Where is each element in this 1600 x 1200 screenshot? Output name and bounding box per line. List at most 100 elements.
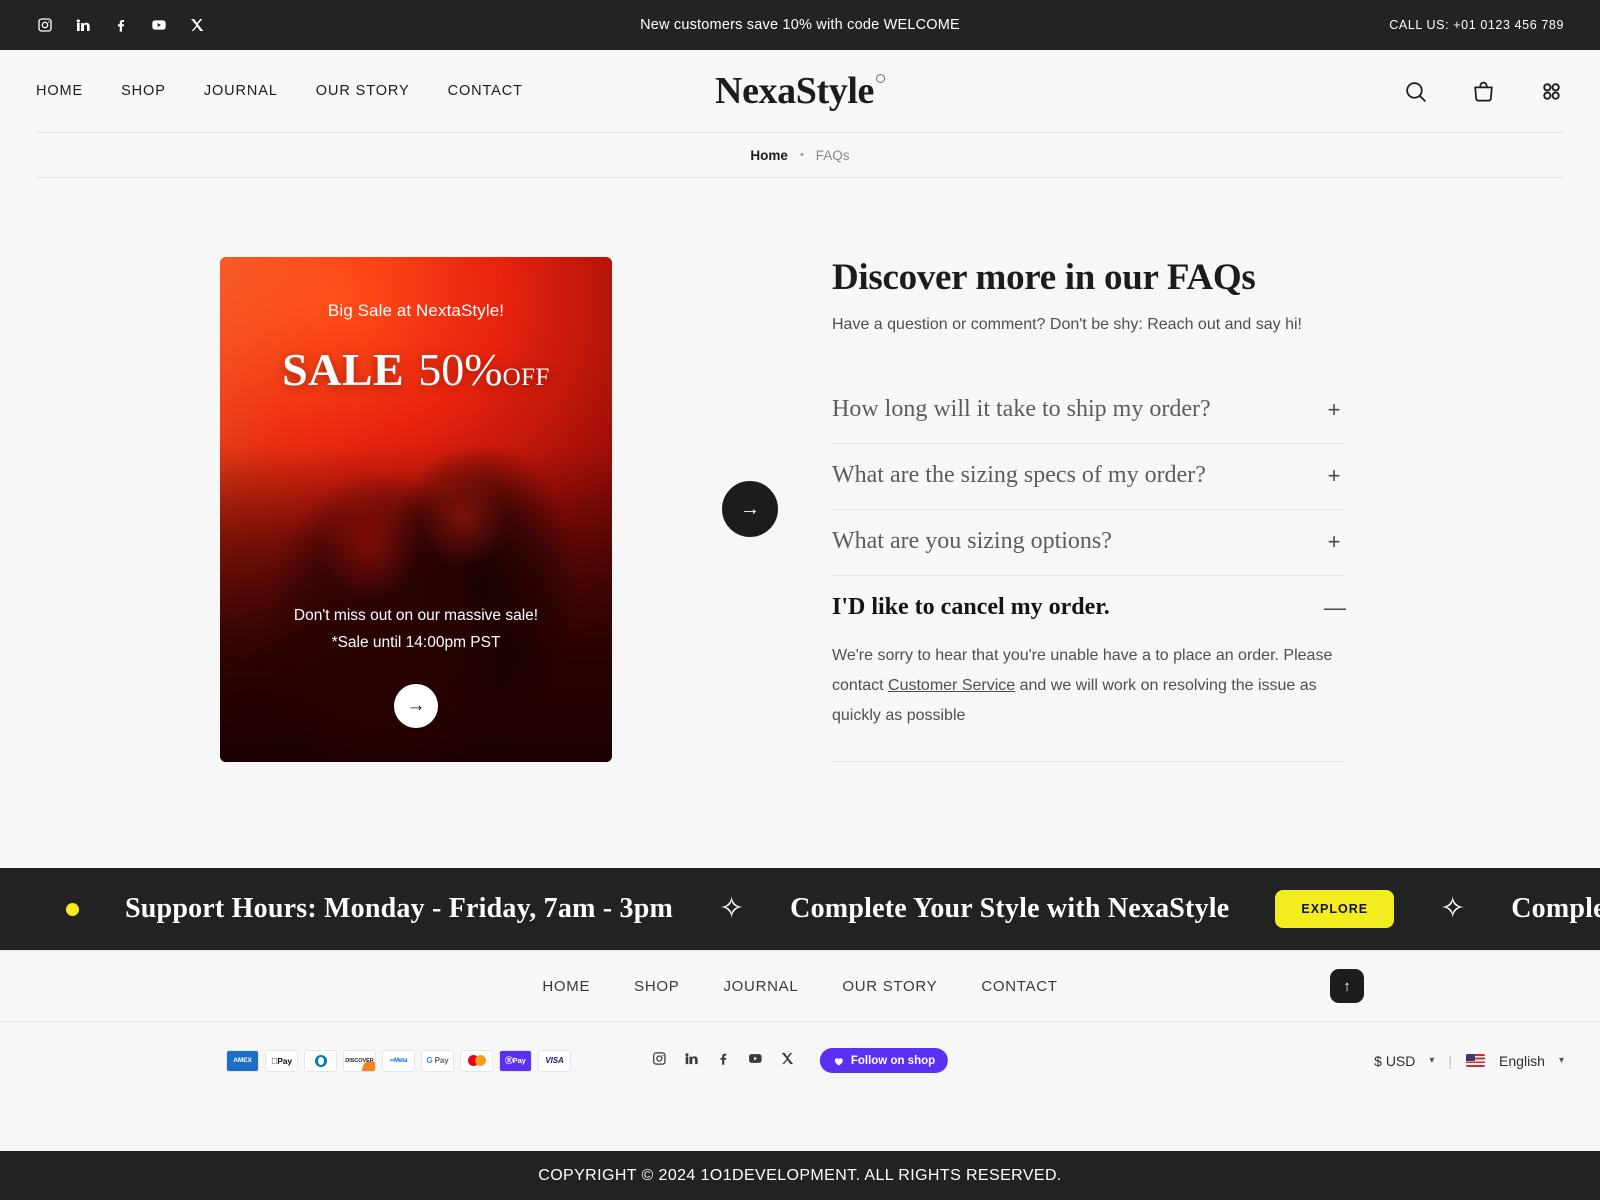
cart-icon[interactable] bbox=[1470, 78, 1496, 104]
header-icon-group bbox=[1402, 78, 1564, 104]
footer-nav-contact[interactable]: CONTACT bbox=[981, 978, 1057, 995]
promo-cta-arrow-button[interactable]: → bbox=[394, 683, 438, 728]
customer-service-link[interactable]: Customer Service bbox=[888, 677, 1015, 694]
payment-icon-meta-pay: ∞Meta bbox=[382, 1049, 415, 1072]
payment-icon-shop-pay: ⓇPay bbox=[499, 1049, 532, 1072]
marquee-banner: Support Hours: Monday - Friday, 7am - 3p… bbox=[0, 868, 1600, 950]
promo-carousel: ← Big Sale at NextaStyle! SALE 50% OFF D… bbox=[36, 256, 796, 762]
x-icon[interactable] bbox=[188, 16, 206, 34]
promo-card[interactable]: Big Sale at NextaStyle! SALE 50% OFF Don… bbox=[220, 256, 612, 762]
locale-divider: | bbox=[1448, 1052, 1453, 1069]
payment-methods: AMEX Pay DISCOVER ∞Meta G Pay ⓇPay VISA bbox=[226, 1049, 571, 1072]
nav-item-home[interactable]: HOME bbox=[36, 83, 83, 99]
explore-button[interactable]: EXPLORE bbox=[1275, 890, 1395, 928]
linkedin-icon[interactable] bbox=[684, 1051, 699, 1071]
main-navigation: HOME SHOP JOURNAL OUR STORY CONTACT bbox=[36, 83, 523, 99]
main-content: ← Big Sale at NextaStyle! SALE 50% OFF D… bbox=[0, 178, 1600, 763]
footer-nav-home[interactable]: HOME bbox=[542, 978, 590, 995]
footer-meta-bar: AMEX Pay DISCOVER ∞Meta G Pay ⓇPay VISA… bbox=[0, 1022, 1600, 1099]
instagram-icon[interactable] bbox=[652, 1051, 667, 1071]
footer-navigation: HOME SHOP JOURNAL OUR STORY CONTACT bbox=[542, 978, 1057, 995]
faq-item: What are you sizing options? + bbox=[832, 510, 1344, 576]
site-logo[interactable]: NexaStyle bbox=[715, 72, 885, 110]
faq-item: How long will it take to ship my order? … bbox=[832, 378, 1344, 444]
payment-icon-mastercard bbox=[460, 1049, 493, 1072]
promo-kicker: Big Sale at NextaStyle! bbox=[327, 300, 505, 320]
faq-item: What are the sizing specs of my order? + bbox=[832, 444, 1344, 510]
footer-nav-shop[interactable]: SHOP bbox=[634, 978, 679, 995]
site-footer: HOME SHOP JOURNAL OUR STORY CONTACT ↑ AM… bbox=[0, 950, 1600, 1099]
heart-icon bbox=[834, 1057, 843, 1065]
faq-accordion: How long will it take to ship my order? … bbox=[832, 378, 1346, 763]
payment-icon-discover: DISC O VER bbox=[343, 1049, 376, 1072]
promo-line-2: *Sale until 14:00pm PST bbox=[331, 633, 501, 651]
faq-subtitle: Have a question or comment? Don't be shy… bbox=[832, 316, 1302, 333]
language-selector[interactable]: English ▾ bbox=[1466, 1053, 1564, 1069]
faq-question-toggle[interactable]: What are the sizing specs of my order? + bbox=[832, 444, 1344, 509]
announcement-bar: New customers save 10% with code WELCOME… bbox=[0, 0, 1600, 50]
marquee-complete-style-2: Complete Your bbox=[1511, 893, 1600, 924]
footer-social-links: Follow on shop bbox=[652, 1048, 949, 1073]
promo-sale-off: OFF bbox=[502, 363, 550, 391]
site-header: HOME SHOP JOURNAL OUR STORY CONTACT Nexa… bbox=[0, 50, 1600, 132]
x-icon[interactable] bbox=[780, 1051, 795, 1071]
back-to-top-button[interactable]: ↑ bbox=[1330, 969, 1364, 1003]
faq-question-toggle[interactable]: What are you sizing options? + bbox=[832, 510, 1344, 575]
faq-expand-icon[interactable]: + bbox=[1324, 463, 1344, 489]
follow-on-shop-button[interactable]: Follow on shop bbox=[819, 1048, 949, 1073]
faq-expand-icon[interactable]: + bbox=[1324, 397, 1344, 423]
faq-question-toggle[interactable]: I'D like to cancel my order. — bbox=[832, 576, 1346, 641]
nav-item-shop[interactable]: SHOP bbox=[121, 83, 166, 99]
payment-icon-visa: VISA bbox=[538, 1049, 571, 1072]
facebook-icon[interactable] bbox=[716, 1051, 731, 1071]
call-us-text[interactable]: CALL US: +01 0123 456 789 bbox=[1389, 18, 1564, 32]
follow-on-shop-label: Follow on shop bbox=[850, 1054, 936, 1067]
faq-question-text: What are you sizing options? bbox=[832, 528, 1112, 554]
page-title: Discover more in our FAQs bbox=[832, 257, 1256, 298]
sparkle-icon: ✧ bbox=[1440, 892, 1466, 925]
currency-selector[interactable]: $ USD ▾ bbox=[1374, 1053, 1434, 1069]
logo-circle-icon bbox=[875, 74, 885, 83]
copyright-bar: COPYRIGHT © 2024 1O1DEVELOPMENT. ALL RIG… bbox=[0, 1151, 1600, 1200]
logo-text: NexaStyle bbox=[715, 70, 874, 112]
marquee-dot-icon bbox=[66, 902, 79, 916]
youtube-icon[interactable] bbox=[748, 1051, 763, 1071]
footer-nav-our-story[interactable]: OUR STORY bbox=[842, 978, 937, 995]
faq-expand-icon[interactable]: + bbox=[1324, 529, 1344, 555]
nav-item-journal[interactable]: JOURNAL bbox=[204, 83, 278, 99]
currency-value: $ USD bbox=[1374, 1052, 1416, 1069]
faq-answer: We're sorry to hear that you're unable h… bbox=[832, 641, 1344, 761]
faq-question-text: I'D like to cancel my order. bbox=[832, 594, 1110, 620]
faq-question-text: How long will it take to ship my order? bbox=[832, 396, 1211, 422]
faq-question-text: What are the sizing specs of my order? bbox=[832, 462, 1206, 488]
faq-collapse-icon[interactable]: — bbox=[1324, 595, 1346, 621]
promo-sale-percent: 50% bbox=[418, 343, 503, 395]
breadcrumb-separator: • bbox=[799, 149, 804, 161]
breadcrumb-current: FAQs bbox=[815, 147, 850, 163]
marquee-track: Support Hours: Monday - Friday, 7am - 3p… bbox=[0, 890, 1600, 928]
nav-item-contact[interactable]: CONTACT bbox=[448, 83, 523, 99]
nav-item-our-story[interactable]: OUR STORY bbox=[316, 83, 410, 99]
breadcrumb-home[interactable]: Home bbox=[750, 148, 788, 163]
carousel-next-button[interactable]: → bbox=[722, 481, 778, 538]
facebook-icon[interactable] bbox=[112, 16, 130, 34]
footer-nav-bar: HOME SHOP JOURNAL OUR STORY CONTACT ↑ bbox=[0, 950, 1600, 1022]
faq-item-expanded: I'D like to cancel my order. — We're sor… bbox=[832, 576, 1346, 763]
linkedin-icon[interactable] bbox=[74, 16, 92, 34]
marquee-support-hours: Support Hours: Monday - Friday, 7am - 3p… bbox=[125, 893, 674, 924]
promo-sale-headline: SALE 50% OFF bbox=[282, 343, 550, 396]
payment-icon-apple-pay: Pay bbox=[265, 1049, 298, 1072]
promo-line-1: Don't miss out on our massive sale! bbox=[293, 606, 539, 624]
grid-menu-icon[interactable] bbox=[1538, 78, 1564, 104]
youtube-icon[interactable] bbox=[150, 16, 168, 34]
breadcrumb: Home • FAQs bbox=[36, 133, 1564, 178]
chevron-down-icon: ▾ bbox=[1429, 1055, 1435, 1066]
chevron-down-icon: ▾ bbox=[1558, 1055, 1564, 1066]
footer-nav-journal[interactable]: JOURNAL bbox=[723, 978, 798, 995]
us-flag-icon bbox=[1466, 1054, 1486, 1067]
faq-question-toggle[interactable]: How long will it take to ship my order? … bbox=[832, 378, 1344, 443]
promo-sale-word: SALE bbox=[282, 343, 405, 395]
search-icon[interactable] bbox=[1402, 78, 1428, 104]
language-value: English bbox=[1499, 1052, 1545, 1069]
instagram-icon[interactable] bbox=[36, 16, 54, 34]
